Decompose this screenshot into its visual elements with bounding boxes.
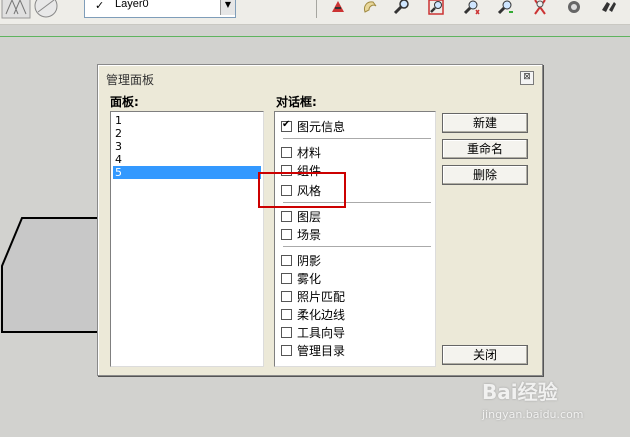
- group-divider: [283, 138, 431, 140]
- toolbar-separator: [316, 0, 317, 18]
- checkbox-icon[interactable]: [281, 290, 292, 302]
- watermark: Bai经验 jingyan.baidu.com: [470, 370, 630, 430]
- checkbox-instructor[interactable]: 工具向导: [281, 324, 345, 340]
- dialog-checkbox-list: 图元信息 材料 组件 风格 图层 场景 阴影: [274, 111, 436, 367]
- watermark-brand: Bai经验: [482, 380, 558, 404]
- layer-dropdown[interactable]: ✓ Layer0 ▼: [84, 0, 236, 18]
- list-item[interactable]: 2: [113, 127, 261, 140]
- checkbox-outliner[interactable]: 管理目录: [281, 342, 345, 358]
- zoom-window-icon[interactable]: [424, 0, 448, 18]
- manage-panels-dialog: 管理面板 ⊠ 面板: 对话框: 1 2 3 4 5 图元信息 材料 组件 风格: [97, 64, 543, 376]
- checkbox-icon[interactable]: [281, 326, 292, 338]
- panel-list[interactable]: 1 2 3 4 5: [110, 111, 264, 367]
- annotation-highlight: [258, 172, 346, 208]
- layer-check-icon: ✓: [95, 0, 105, 12]
- checkbox-soften-edges[interactable]: 柔化边线: [281, 306, 345, 322]
- checkbox-label: 工具向导: [297, 325, 346, 340]
- checkbox-label: 图层: [297, 209, 322, 224]
- checkbox-layers[interactable]: 图层: [281, 208, 321, 224]
- checkbox-label: 图元信息: [297, 119, 346, 134]
- checkbox-icon[interactable]: [281, 119, 292, 132]
- next-view-icon[interactable]: [528, 0, 552, 18]
- close-button[interactable]: 关闭: [442, 345, 528, 365]
- camera-position-icon[interactable]: [562, 0, 586, 18]
- dialog-title: 管理面板: [106, 73, 155, 87]
- checkbox-icon[interactable]: [281, 210, 292, 222]
- checkbox-match-photo[interactable]: 照片匹配: [281, 288, 345, 304]
- checkbox-label: 材料: [297, 145, 322, 160]
- checkbox-icon[interactable]: [281, 344, 292, 356]
- delete-button[interactable]: 删除: [442, 165, 528, 185]
- checkbox-entity-info[interactable]: 图元信息: [281, 118, 345, 134]
- group-divider: [283, 246, 431, 248]
- dialogs-label: 对话框:: [276, 95, 317, 109]
- green-axis-line: [0, 36, 630, 37]
- layer-name: Layer0: [115, 0, 149, 10]
- checkbox-scenes[interactable]: 场景: [281, 226, 321, 242]
- chevron-down-icon[interactable]: ▼: [220, 0, 235, 15]
- list-item-selected[interactable]: 5: [113, 166, 261, 179]
- rename-button[interactable]: 重命名: [442, 139, 528, 159]
- checkbox-icon[interactable]: [281, 272, 292, 284]
- list-item[interactable]: 4: [113, 153, 261, 166]
- panels-label: 面板:: [110, 95, 139, 109]
- checkbox-label: 场景: [297, 227, 322, 242]
- watermark-url: jingyan.baidu.com: [482, 408, 584, 421]
- checkbox-materials[interactable]: 材料: [281, 144, 321, 160]
- checkbox-label: 柔化边线: [297, 307, 346, 322]
- checkbox-fog[interactable]: 雾化: [281, 270, 321, 286]
- checkbox-label: 雾化: [297, 271, 322, 286]
- list-item[interactable]: 3: [113, 140, 261, 153]
- checkbox-icon[interactable]: [281, 228, 292, 240]
- toolbar-divider: [0, 24, 630, 25]
- orbit-icon[interactable]: [358, 0, 382, 18]
- checkbox-label: 照片匹配: [297, 289, 346, 304]
- style-thumbnails-icon[interactable]: [0, 0, 64, 20]
- close-icon[interactable]: ⊠: [520, 71, 534, 85]
- new-button[interactable]: 新建: [442, 113, 528, 133]
- checkbox-icon[interactable]: [281, 146, 292, 158]
- list-item[interactable]: 1: [113, 114, 261, 127]
- walk-icon[interactable]: [596, 0, 620, 18]
- modeling-tool-icon[interactable]: [326, 0, 350, 18]
- checkbox-label: 阴影: [297, 253, 322, 268]
- checkbox-icon[interactable]: [281, 254, 292, 266]
- checkbox-icon[interactable]: [281, 308, 292, 320]
- zoom-icon[interactable]: [390, 0, 414, 18]
- zoom-extents-icon[interactable]: [460, 0, 484, 18]
- previous-view-icon[interactable]: [494, 0, 518, 18]
- model-geometry: [1, 217, 110, 333]
- checkbox-label: 管理目录: [297, 343, 346, 358]
- checkbox-shadows[interactable]: 阴影: [281, 252, 321, 268]
